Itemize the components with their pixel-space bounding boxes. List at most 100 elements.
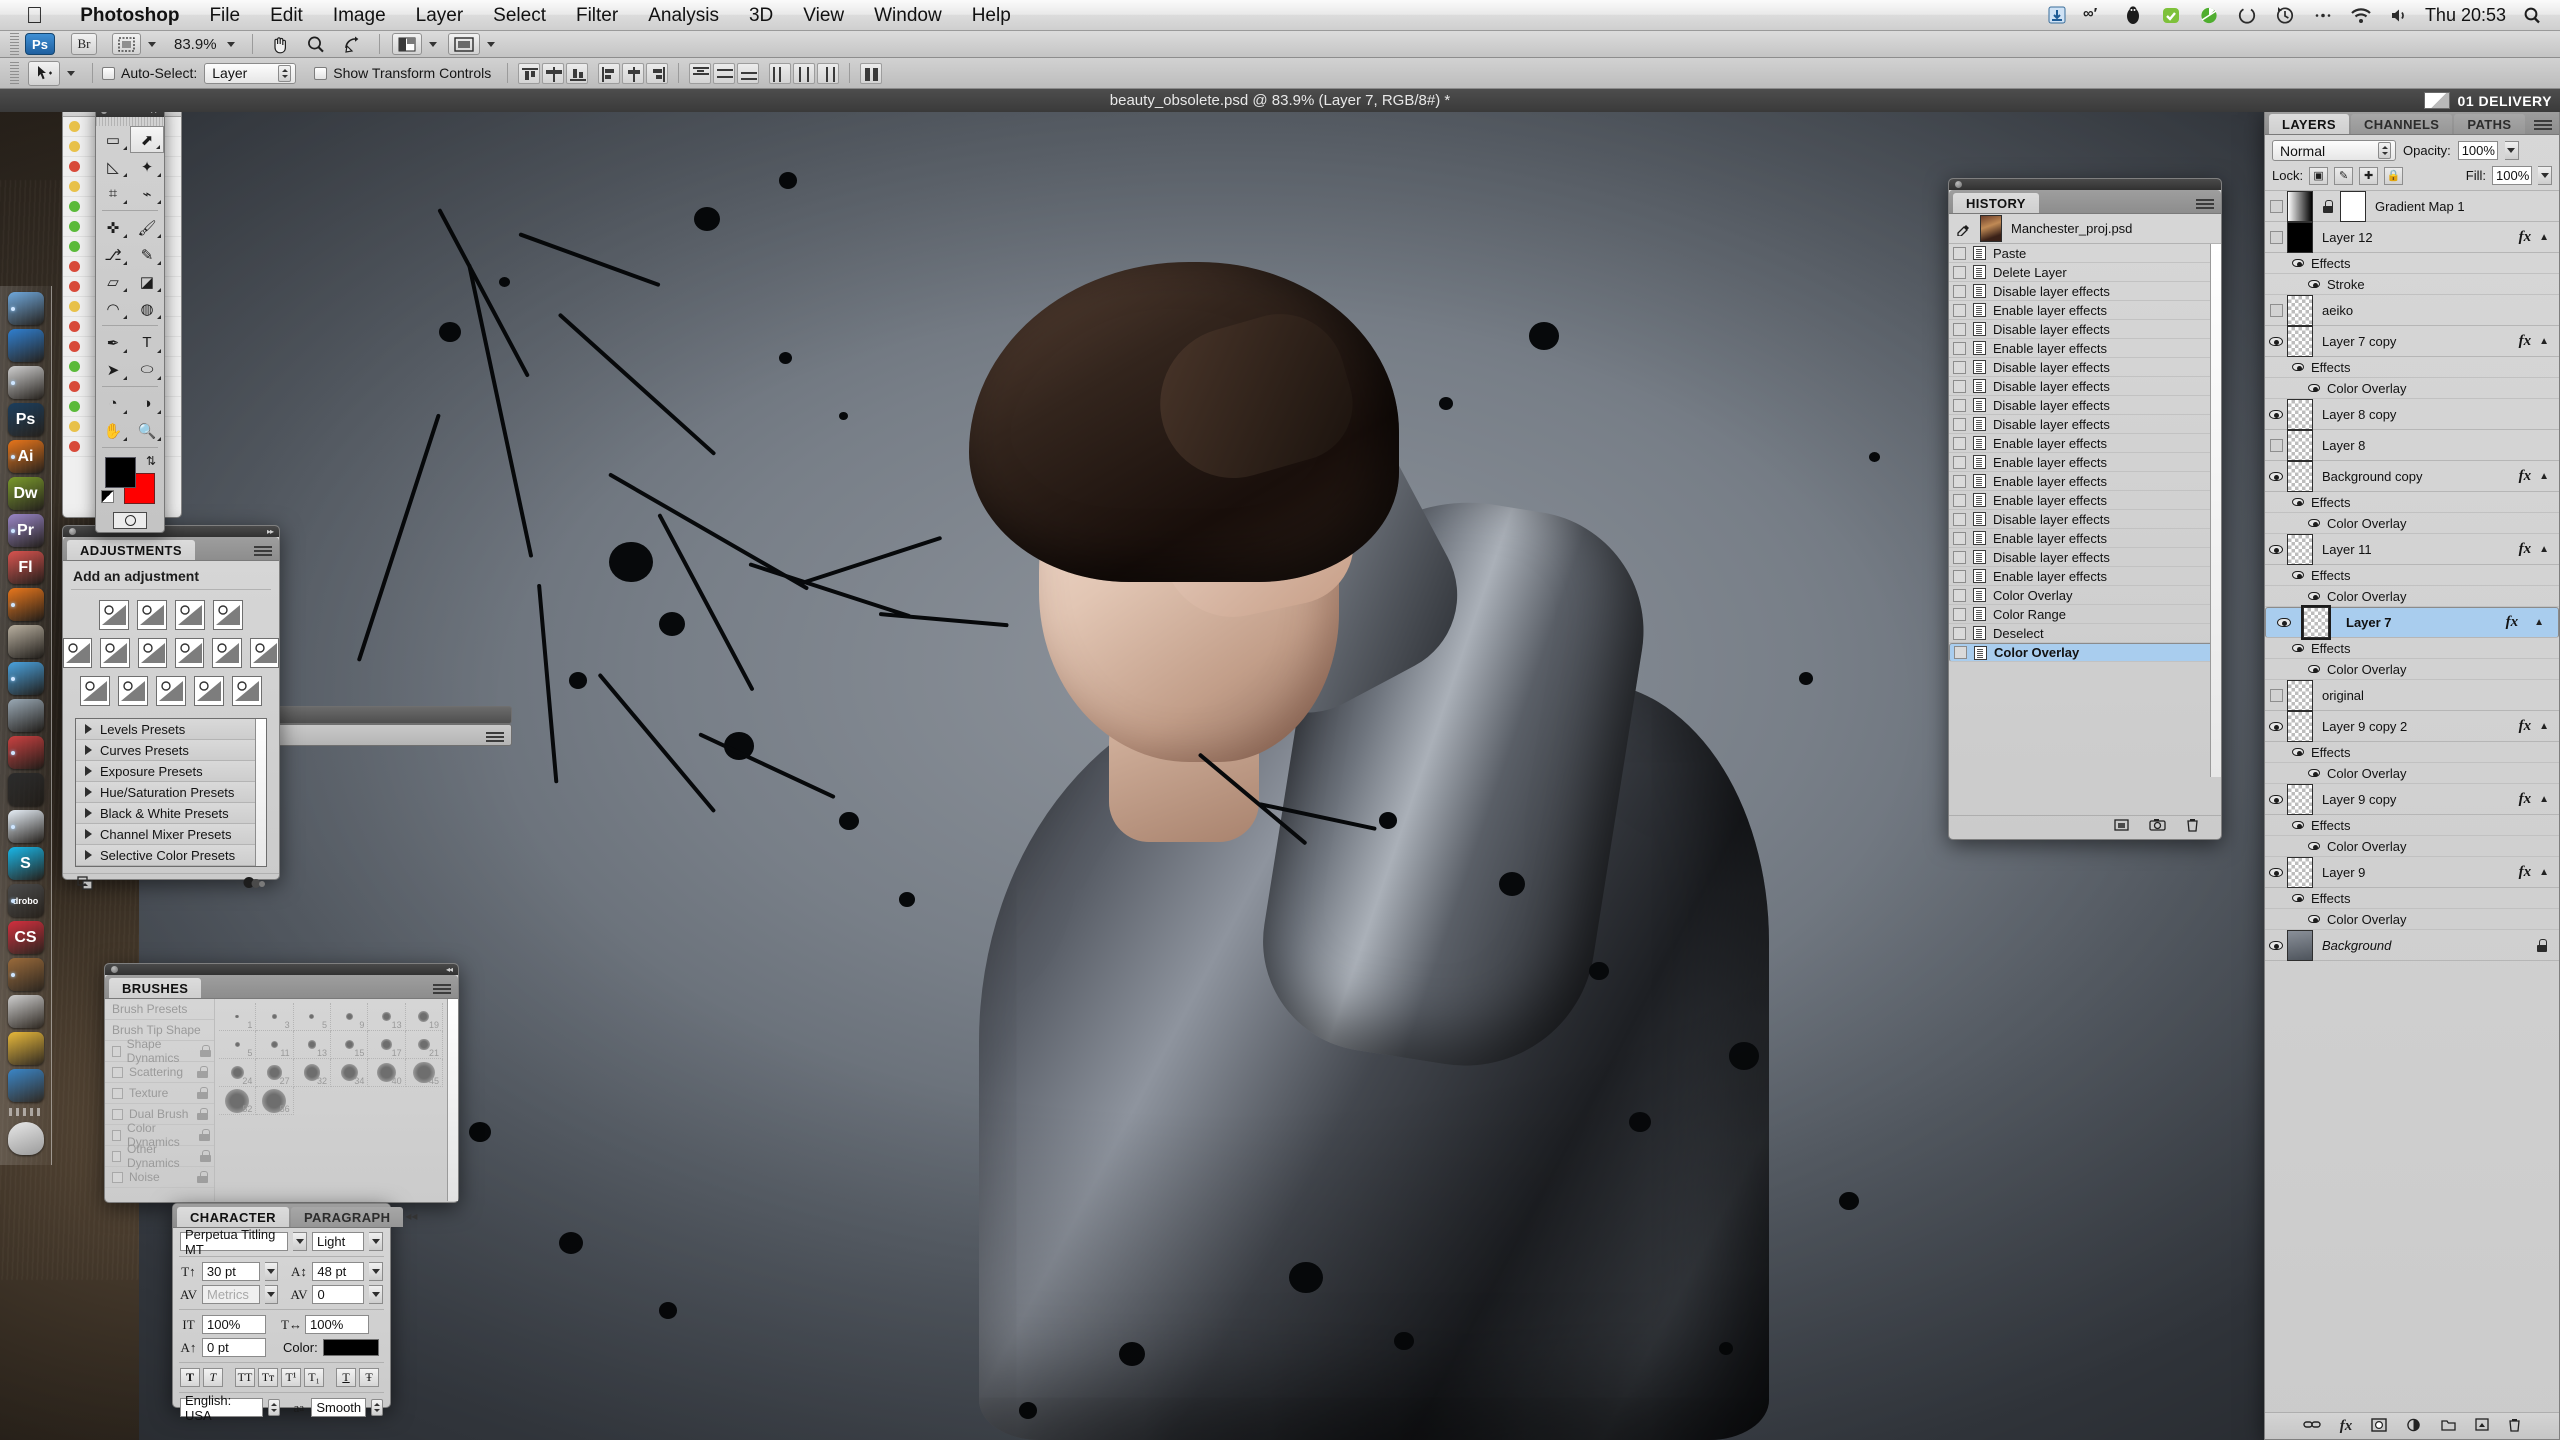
brush-option-checkbox[interactable] <box>112 1045 121 1057</box>
layers-panel-menu-icon[interactable] <box>2534 118 2552 131</box>
arrange-dropdown-arrow[interactable] <box>428 41 437 47</box>
layer-thumbnail[interactable] <box>2287 783 2313 815</box>
history-brush-checkbox[interactable] <box>1953 303 1966 317</box>
blend-mode-select[interactable]: Normal <box>2272 140 2396 161</box>
lock-icon[interactable] <box>197 1171 208 1183</box>
history-state-row[interactable]: Disable layer effects <box>1949 377 2221 396</box>
toolbox-panel[interactable]: ▸▸ ▭⬈◺✦⌗⌁✜🖌⎇✎▱◪◠◍✒T➤⬭◔◑✋🔍 ⇅ <box>95 103 165 533</box>
effects-visibility-eye-icon[interactable] <box>2292 259 2304 267</box>
antialias-stepper-icon[interactable] <box>371 1399 383 1416</box>
layer-row[interactable]: Layer 7 copy fx ▲ <box>2265 325 2559 357</box>
kerning-field[interactable]: Metrics <box>202 1285 260 1304</box>
brush-preset-cell[interactable]: 5 <box>293 1003 331 1031</box>
layer-effects-fx-icon[interactable]: fx <box>2519 333 2532 350</box>
dock-item-skype[interactable]: S <box>7 847 44 880</box>
rotate-view-icon[interactable] <box>337 33 367 55</box>
history-snapshot-row[interactable]: Manchester_proj.psd <box>1949 214 2221 244</box>
screen-mode-dropdown-arrow[interactable] <box>486 41 495 47</box>
tracking-field[interactable]: 0 <box>312 1285 365 1304</box>
layer-effect-row[interactable]: Color Overlay <box>2265 659 2559 680</box>
brush-preset-cell[interactable]: 3 <box>256 1003 294 1031</box>
layer-row[interactable]: Background <box>2265 929 2559 961</box>
layer-effects-fx-icon[interactable]: fx <box>2506 614 2519 631</box>
view-extras-icon[interactable] <box>112 33 141 55</box>
history-state-row[interactable]: Enable layer effects <box>1949 567 2221 586</box>
layer-effects-group-row[interactable]: Effects <box>2265 565 2559 586</box>
quick-mask-icon[interactable] <box>113 512 147 529</box>
link-layers-icon[interactable] <box>2303 1418 2321 1434</box>
dock-item-label-printer[interactable] <box>7 773 44 806</box>
tab-channels[interactable]: CHANNELS <box>2350 114 2453 134</box>
history-brush-checkbox[interactable] <box>1953 436 1966 450</box>
history-brush-checkbox[interactable] <box>1954 646 1967 659</box>
font-style-field[interactable]: Light <box>312 1232 364 1251</box>
lock-transparent-pixels-button[interactable]: ▣ <box>2309 166 2329 185</box>
effects-visibility-eye-icon[interactable] <box>2292 894 2304 902</box>
expand-triangle-icon[interactable] <box>85 745 92 755</box>
menu-file[interactable]: File <box>194 0 255 31</box>
layer-list[interactable]: Gradient Map 1 Layer 12 fx ▲ Effects Stroke ae… <box>2265 191 2559 1387</box>
effect-visibility-eye-icon[interactable] <box>2308 384 2320 392</box>
brush-preset-grid[interactable]: 1 3 5 9 13 19 5 11 13 15 17 21 24 27 32 34 40 45 52 56 <box>215 999 447 1201</box>
toggle-layer-visibility-icon[interactable] <box>243 876 265 894</box>
view-extras-dropdown-arrow[interactable] <box>148 41 156 47</box>
history-brush-checkbox[interactable] <box>1953 455 1966 469</box>
brush-preset-cell[interactable]: 1 <box>219 1003 257 1031</box>
brushes-window-bar[interactable]: ◂◂ <box>105 964 458 975</box>
brush-option-checkbox[interactable] <box>112 1150 121 1162</box>
foreground-color-swatch[interactable] <box>105 457 136 488</box>
effect-visibility-eye-icon[interactable] <box>2308 519 2320 527</box>
brushes-panel-menu-icon[interactable] <box>433 982 451 995</box>
language-stepper-icon[interactable] <box>268 1399 281 1416</box>
new-layer-icon[interactable] <box>2475 1418 2489 1434</box>
marquee-tool-icon[interactable]: ▭ <box>96 126 130 153</box>
leading-dropdown-arrow[interactable] <box>369 1262 383 1281</box>
layer-effect-row[interactable]: Color Overlay <box>2265 513 2559 534</box>
layer-effects-group-row[interactable]: Effects <box>2265 815 2559 836</box>
history-brush-checkbox[interactable] <box>1953 569 1966 583</box>
zoom-level-dropdown-arrow[interactable] <box>226 41 235 47</box>
layer-row[interactable]: Gradient Map 1 <box>2265 191 2559 222</box>
distribute-top-edges-button[interactable] <box>689 62 712 84</box>
brush-option-checkbox[interactable] <box>112 1129 122 1141</box>
brushes-panel[interactable]: ◂◂ BRUSHES Brush Presets Brush Tip Shape S… <box>104 963 459 1203</box>
layer-visibility-eye-icon[interactable] <box>2265 940 2287 950</box>
dock-item-totoro[interactable] <box>7 625 44 658</box>
dock-item-cards[interactable] <box>7 736 44 769</box>
expand-triangle-icon[interactable] <box>85 850 92 860</box>
brush-preset-cell[interactable]: 15 <box>330 1031 369 1059</box>
pie-chart-icon[interactable] <box>2197 5 2221 26</box>
screen-mode-icon[interactable] <box>447 33 480 55</box>
layer-thumbnail[interactable] <box>2301 605 2331 640</box>
black-white-icon[interactable] <box>175 638 205 668</box>
arrange-documents-icon[interactable] <box>391 33 422 55</box>
history-state-row[interactable]: Disable layer effects <box>1949 415 2221 434</box>
language-field[interactable]: English: USA <box>180 1393 264 1423</box>
tab-character[interactable]: CHARACTER <box>177 1207 289 1227</box>
dock-item-mail[interactable] <box>7 958 44 991</box>
lock-icon[interactable] <box>197 1087 208 1099</box>
dock-item-flash[interactable]: Fl <box>7 551 44 584</box>
presets-scrollbar[interactable] <box>255 719 266 866</box>
lock-icon[interactable] <box>197 1108 208 1120</box>
create-document-from-state-icon[interactable] <box>2114 818 2129 837</box>
dock-item-iphoto[interactable] <box>7 995 44 1028</box>
effect-visibility-eye-icon[interactable] <box>2308 592 2320 600</box>
invert-icon[interactable] <box>80 676 110 706</box>
dock-item-espresso[interactable] <box>7 1069 44 1102</box>
zoom-tool-icon[interactable]: 🔍 <box>130 417 164 444</box>
brushes-close-icon[interactable] <box>111 966 118 973</box>
search-icon[interactable] <box>2520 5 2544 26</box>
history-state-list[interactable]: Paste Delete Layer Disable layer effects En… <box>1949 244 2221 777</box>
wifi-icon[interactable] <box>2349 5 2373 26</box>
volume-icon[interactable] <box>2387 5 2411 26</box>
layer-row[interactable]: Layer 7 fx ▲ <box>2265 605 2559 640</box>
brightness-contrast-icon[interactable] <box>99 600 129 630</box>
history-brush-source-icon[interactable] <box>1954 222 1971 236</box>
layer-mask-link-icon[interactable] <box>2322 199 2334 213</box>
layer-thumbnail[interactable] <box>2287 429 2313 461</box>
history-brush-checkbox[interactable] <box>1953 531 1966 545</box>
effects-visibility-eye-icon[interactable] <box>2292 571 2304 579</box>
history-brush-checkbox[interactable] <box>1953 398 1966 412</box>
layer-row[interactable]: original <box>2265 679 2559 711</box>
